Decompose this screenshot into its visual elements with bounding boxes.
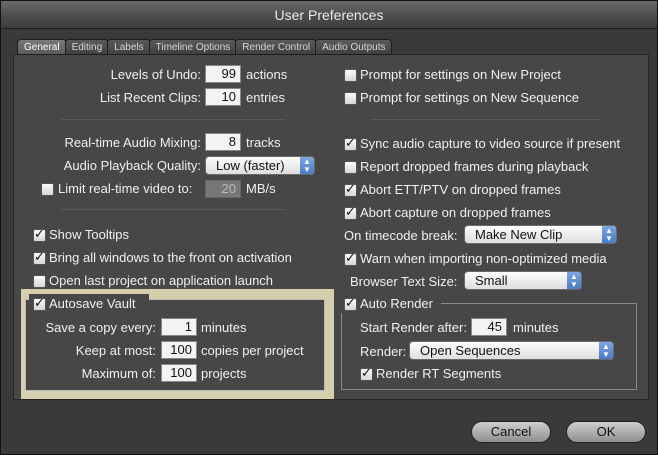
limit-realtime-video-unit: MB/s <box>246 181 276 196</box>
audio-playback-quality-label: Audio Playback Quality: <box>63 158 201 173</box>
timecode-break-label: On timecode break: <box>344 228 458 243</box>
report-dropped-frames-checkbox[interactable] <box>344 161 357 174</box>
up-down-arrows-icon: ▲ ▼ <box>602 226 616 243</box>
start-render-after-unit: minutes <box>513 320 559 335</box>
user-preferences-window: User Preferences General Editing Labels … <box>0 0 658 455</box>
render-rt-segments-label: Render RT Segments <box>376 366 502 381</box>
autosave-vault-label: Autosave Vault <box>49 296 136 311</box>
autosave-vault-checkbox[interactable] <box>33 296 46 311</box>
open-last-project-label: Open last project on application launch <box>49 273 274 288</box>
prompt-new-sequence-checkbox[interactable] <box>344 92 357 105</box>
audio-playback-quality-popup[interactable]: Low (faster) ▲ ▼ <box>205 156 315 175</box>
ok-button[interactable]: OK <box>566 421 646 443</box>
levels-of-undo-label: Levels of Undo: <box>110 67 201 82</box>
up-down-arrows-icon: ▲ ▼ <box>300 157 314 174</box>
left-separator-1 <box>61 119 286 120</box>
title-bar[interactable]: User Preferences <box>1 1 657 29</box>
audio-playback-quality-value: Low (faster) <box>216 158 285 173</box>
render-label: Render: <box>360 344 407 359</box>
tab-labels[interactable]: Labels <box>107 39 151 55</box>
maximum-of-unit: projects <box>201 366 247 381</box>
up-down-arrows-icon: ▲ ▼ <box>599 342 613 359</box>
auto-render-label: Auto Render <box>360 296 433 311</box>
up-down-arrows-icon: ▲ ▼ <box>567 272 581 289</box>
tab-audio-outputs[interactable]: Audio Outputs <box>315 39 393 55</box>
limit-realtime-video-field[interactable]: 20 <box>205 180 241 198</box>
save-copy-label: Save a copy every: <box>45 320 156 335</box>
list-recent-clips-field[interactable]: 10 <box>205 88 241 106</box>
open-last-project-checkbox[interactable] <box>33 275 46 288</box>
render-value: Open Sequences <box>420 343 521 358</box>
timecode-break-popup[interactable]: Make New Clip ▲ ▼ <box>464 225 617 244</box>
warn-non-optimized-label: Warn when importing non-optimized media <box>360 251 607 266</box>
browser-text-size-popup[interactable]: Small ▲ ▼ <box>464 271 582 290</box>
prompt-new-project-label: Prompt for settings on New Project <box>360 67 561 82</box>
tab-editing[interactable]: Editing <box>64 39 110 55</box>
render-popup[interactable]: Open Sequences ▲ ▼ <box>409 341 614 360</box>
timecode-break-value: Make New Clip <box>475 227 563 242</box>
save-copy-field[interactable]: 1 <box>161 318 197 336</box>
prompt-new-sequence-label: Prompt for settings on New Sequence <box>360 90 579 105</box>
window-title: User Preferences <box>274 7 384 23</box>
abort-ett-ptv-checkbox[interactable] <box>344 182 357 197</box>
report-dropped-frames-label: Report dropped frames during playback <box>360 159 589 174</box>
sync-audio-capture-label: Sync audio capture to video source if pr… <box>360 136 621 151</box>
abort-capture-checkbox[interactable] <box>344 205 357 220</box>
abort-capture-label: Abort capture on dropped frames <box>360 205 551 220</box>
limit-realtime-video-label: Limit real-time video to: <box>58 181 193 196</box>
keep-at-most-unit: copies per project <box>201 343 304 358</box>
tab-bar: General Editing Labels Timeline Options … <box>17 39 393 55</box>
auto-render-checkbox[interactable] <box>344 296 357 311</box>
levels-of-undo-field[interactable]: 99 <box>205 65 241 83</box>
show-tooltips-checkbox[interactable] <box>33 227 46 242</box>
tab-general[interactable]: General <box>17 39 67 55</box>
tab-timeline-options[interactable]: Timeline Options <box>148 39 238 55</box>
cancel-button[interactable]: Cancel <box>471 421 551 443</box>
warn-non-optimized-checkbox[interactable] <box>344 251 357 266</box>
keep-at-most-field[interactable]: 100 <box>161 341 197 359</box>
bring-windows-front-label: Bring all windows to the front on activa… <box>49 250 292 265</box>
render-rt-segments-checkbox[interactable] <box>360 366 373 381</box>
start-render-after-label: Start Render after: <box>360 320 467 335</box>
maximum-of-label: Maximum of: <box>81 366 156 381</box>
show-tooltips-label: Show Tooltips <box>49 227 129 242</box>
prompt-new-project-checkbox[interactable] <box>344 69 357 82</box>
sync-audio-capture-checkbox[interactable] <box>344 136 357 151</box>
list-recent-clips-label: List Recent Clips: <box>99 90 201 105</box>
realtime-audio-mixing-field[interactable]: 8 <box>205 133 241 151</box>
maximum-of-field[interactable]: 100 <box>161 364 197 382</box>
browser-text-size-value: Small <box>475 273 508 288</box>
realtime-audio-mixing-label: Real-time Audio Mixing: <box>64 135 201 150</box>
realtime-audio-mixing-unit: tracks <box>246 135 281 150</box>
save-copy-unit: minutes <box>201 320 247 335</box>
list-recent-clips-unit: entries <box>246 90 286 105</box>
right-separator-1 <box>371 119 601 120</box>
tab-render-control[interactable]: Render Control <box>235 39 318 55</box>
abort-ett-ptv-label: Abort ETT/PTV on dropped frames <box>360 182 561 197</box>
limit-realtime-video-checkbox[interactable] <box>41 183 54 196</box>
left-separator-2 <box>61 209 286 210</box>
bring-windows-front-checkbox[interactable] <box>33 250 46 265</box>
start-render-after-field[interactable]: 45 <box>471 318 507 336</box>
levels-of-undo-unit: actions <box>246 67 288 82</box>
keep-at-most-label: Keep at most: <box>75 343 156 358</box>
browser-text-size-label: Browser Text Size: <box>350 274 458 289</box>
